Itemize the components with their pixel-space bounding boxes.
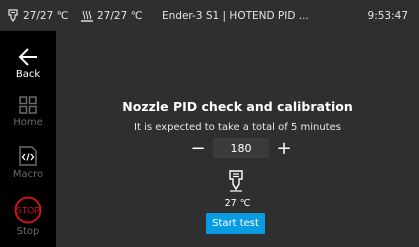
svg-text:STOP: STOP <box>16 206 40 216</box>
sidebar-item-home[interactable]: Home <box>0 95 56 128</box>
target-temp-stepper: − 180 + <box>189 137 293 159</box>
pid-calibration-panel: Nozzle PID check and calibration It is e… <box>56 31 419 247</box>
macro-code-icon <box>19 146 37 166</box>
nozzle-temp-status: 27/27 ℃ <box>6 0 68 31</box>
status-bar: 27/27 ℃ 27/27 ℃ Ender-3 S1 | HOTEND PID … <box>0 0 419 31</box>
nozzle-temp-text: 27/27 ℃ <box>23 9 69 22</box>
heated-bed-icon <box>81 10 93 22</box>
stop-icon: STOP <box>14 196 42 224</box>
start-test-button[interactable]: Start test <box>206 213 265 234</box>
sidebar-item-stop[interactable]: STOP Stop <box>0 196 56 237</box>
page-title: Nozzle PID check and calibration <box>122 99 353 114</box>
increase-button[interactable]: + <box>275 137 293 159</box>
bed-temp-text: 27/27 ℃ <box>97 9 143 22</box>
current-temp: 27 ℃ <box>224 198 251 209</box>
sidebar-item-label: Stop <box>16 226 40 237</box>
printer-title: Ender-3 S1 | HOTEND PID ... <box>162 9 309 22</box>
sidebar: Back Home Macro STOP Stop <box>0 31 56 247</box>
nozzle-icon <box>8 8 18 22</box>
sidebar-item-label: Back <box>15 69 41 80</box>
clock: 9:53:47 <box>367 9 408 22</box>
decrease-button[interactable]: − <box>189 137 207 159</box>
bed-temp-status: 27/27 ℃ <box>80 0 142 31</box>
sidebar-item-macro[interactable]: Macro <box>0 145 56 180</box>
sidebar-item-label: Macro <box>12 169 44 180</box>
sidebar-item-label: Home <box>13 117 43 128</box>
sidebar-item-back[interactable]: Back <box>0 47 56 80</box>
home-grid-icon <box>19 96 37 114</box>
target-temp-value[interactable]: 180 <box>213 138 269 158</box>
back-arrow-icon <box>18 48 37 66</box>
nozzle-icon <box>229 170 243 192</box>
page-subtitle: It is expected to take a total of 5 minu… <box>134 122 341 133</box>
